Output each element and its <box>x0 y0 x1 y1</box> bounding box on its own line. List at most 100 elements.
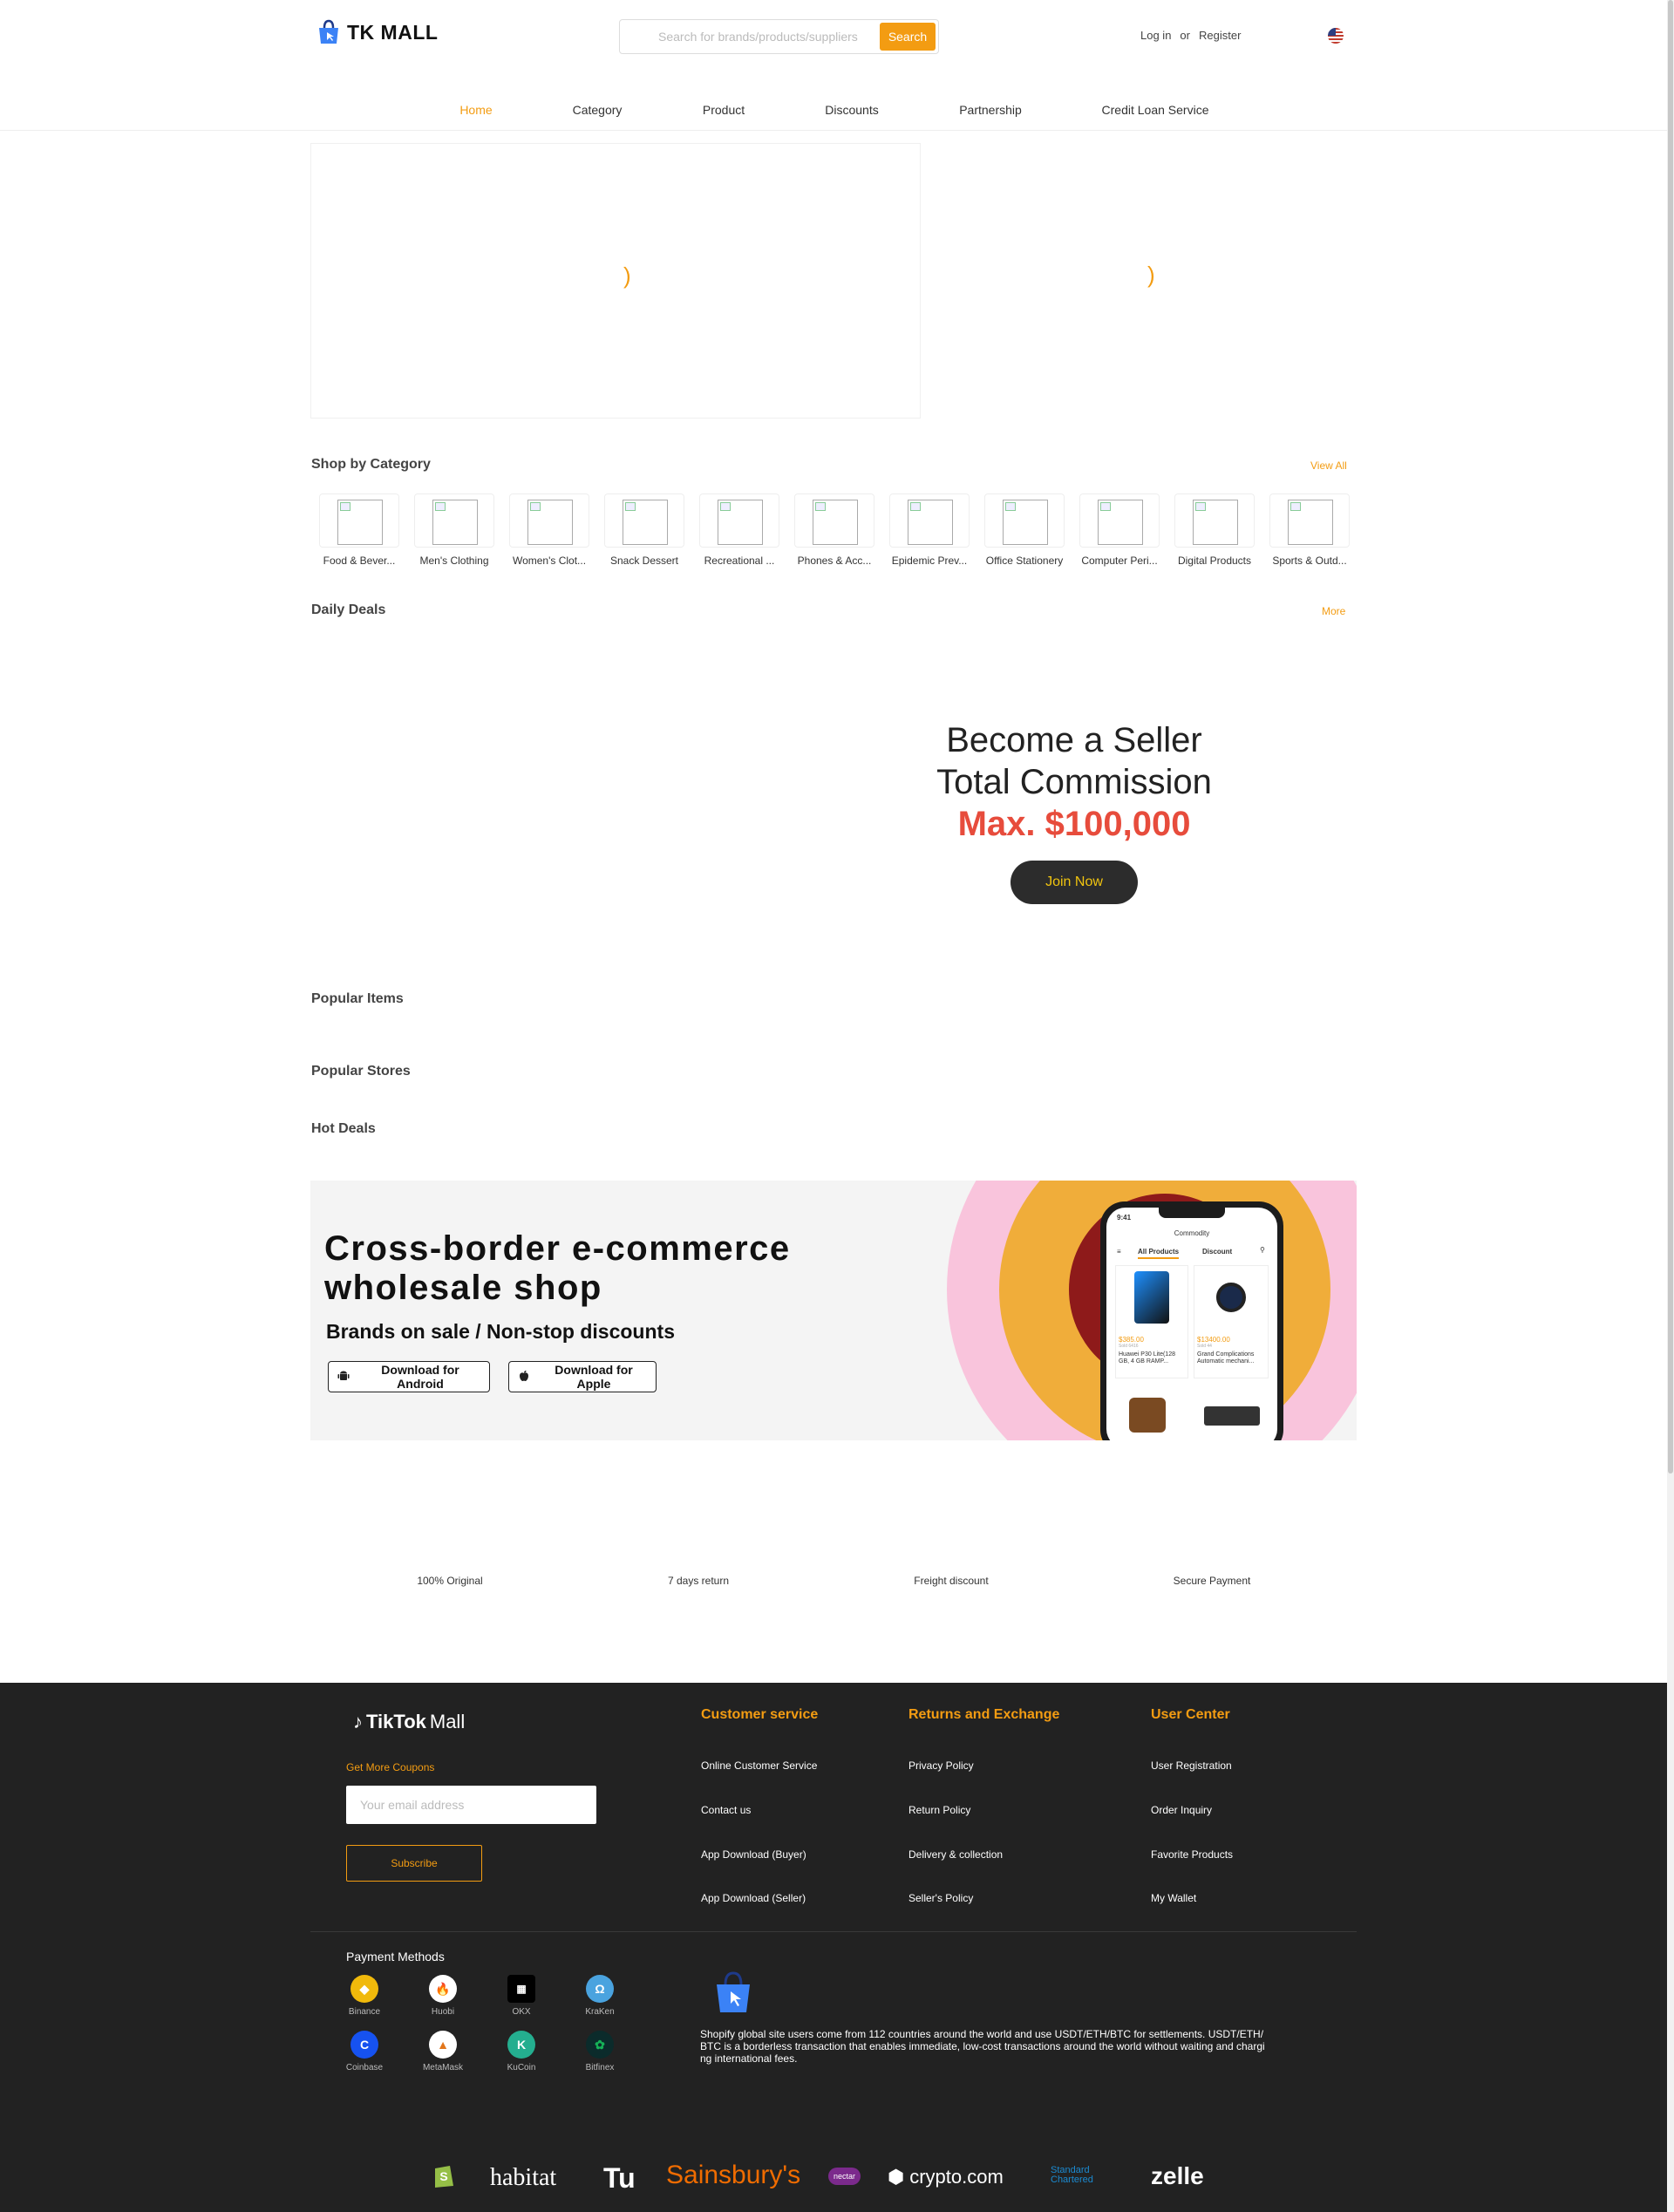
binance-icon: ◆ <box>350 1975 378 2003</box>
category-item[interactable]: Computer Peri... <box>1079 493 1160 567</box>
download-apple-button[interactable]: Download for Apple <box>508 1361 657 1392</box>
category-label: Computer Peri... <box>1081 555 1158 567</box>
footer-link-wallet[interactable]: My Wallet <box>1151 1892 1196 1904</box>
payment-methods-title: Payment Methods <box>346 1950 445 1964</box>
loading-spinner-icon: ) <box>1147 262 1155 288</box>
category-item[interactable]: Epidemic Prev... <box>888 493 970 567</box>
payment-label: Coinbase <box>345 2063 384 2072</box>
payment-okx: ▦ OKX <box>495 1975 548 2017</box>
category-item[interactable]: Food & Bever... <box>318 493 400 567</box>
nav-partnership[interactable]: Partnership <box>959 103 1022 117</box>
download-apple-label: Download for Apple <box>555 1363 633 1391</box>
category-item[interactable]: Phones & Acc... <box>793 493 875 567</box>
category-image-frame <box>319 493 399 548</box>
category-label: Women's Clot... <box>512 555 587 567</box>
payment-binance: ◆ Binance <box>338 1975 391 2017</box>
category-item[interactable]: Men's Clothing <box>413 493 495 567</box>
category-item[interactable]: Sports & Outd... <box>1269 493 1351 567</box>
footer-link-privacy[interactable]: Privacy Policy <box>908 1759 974 1772</box>
category-label: Office Stationery <box>985 555 1064 567</box>
us-flag-icon[interactable] <box>1328 28 1344 44</box>
banner-side[interactable]: ) <box>922 143 1358 419</box>
category-item[interactable]: Snack Dessert <box>603 493 685 567</box>
category-label: Snack Dessert <box>609 555 679 567</box>
payment-kucoin: K KuCoin <box>495 2031 548 2072</box>
subscribe-button[interactable]: Subscribe <box>346 1845 482 1882</box>
category-item[interactable]: Women's Clot... <box>508 493 590 567</box>
seller-headline: Become a Seller <box>946 721 1202 759</box>
footer-link-contact[interactable]: Contact us <box>701 1804 751 1816</box>
category-image-frame <box>1269 493 1350 548</box>
popular-stores-title: Popular Stores <box>311 1064 411 1079</box>
payment-label: Huobi <box>431 2007 455 2017</box>
nav-discounts[interactable]: Discounts <box>825 103 878 117</box>
footer-link-order-inquiry[interactable]: Order Inquiry <box>1151 1804 1212 1816</box>
shop-by-category-title: Shop by Category <box>311 457 431 472</box>
nav-credit-loan[interactable]: Credit Loan Service <box>1102 103 1209 117</box>
footer-description: Shopify global site users come from 112 … <box>700 2028 1265 2065</box>
footer-link-registration[interactable]: User Registration <box>1151 1759 1232 1772</box>
page-scrollbar[interactable] <box>1667 0 1674 2212</box>
category-image-frame <box>414 493 494 548</box>
category-image-frame <box>1079 493 1160 548</box>
category-item[interactable]: Digital Products <box>1174 493 1256 567</box>
nav-product[interactable]: Product <box>703 103 745 117</box>
cross-border-title-line: wholesale shop <box>324 1269 602 1307</box>
search-input[interactable] <box>620 21 880 52</box>
belt-image <box>1204 1406 1260 1426</box>
footer-link-return-policy[interactable]: Return Policy <box>908 1804 970 1816</box>
become-seller-promo: Become a Seller Total Commission Max. $1… <box>882 719 1266 904</box>
search-button[interactable]: Search <box>880 23 936 51</box>
footer-link-favorites[interactable]: Favorite Products <box>1151 1848 1233 1861</box>
category-image-frame <box>794 493 874 548</box>
payment-label: KuCoin <box>507 2063 536 2072</box>
footer-logo[interactable]: ♪ TikTok Mall <box>353 1711 465 1733</box>
returns-title: Returns and Exchange <box>908 1707 1060 1722</box>
category-label: Recreational ... <box>704 555 775 567</box>
login-link[interactable]: Log in <box>1140 29 1171 42</box>
brand-habitat: habitat <box>490 2164 557 2191</box>
hot-deals-title: Hot Deals <box>311 1121 376 1136</box>
menu-icon: ≡ <box>1117 1248 1121 1256</box>
broken-image-icon <box>432 500 478 545</box>
email-field[interactable] <box>346 1786 596 1824</box>
download-android-button[interactable]: Download for Android <box>328 1361 490 1392</box>
broken-image-icon <box>1098 500 1143 545</box>
banner-carousel[interactable]: ) <box>310 143 921 419</box>
view-all-link[interactable]: View All <box>1310 459 1347 472</box>
category-item[interactable]: Recreational ... <box>698 493 780 567</box>
payment-label: MetaMask <box>422 2063 464 2072</box>
nav-home[interactable]: Home <box>459 103 492 117</box>
scrollbar-thumb[interactable] <box>1668 0 1673 1474</box>
phone-mockup: 9:41 Commodity ≡ All Products Discount ⚲… <box>1100 1201 1283 1440</box>
footer-link-app-seller[interactable]: App Download (Seller) <box>701 1892 806 1904</box>
site-logo[interactable]: TK MALL <box>316 19 438 45</box>
brand-standard-chartered: Standard Chartered <box>1051 2165 1093 2185</box>
shopping-bag-icon <box>713 1970 753 2018</box>
broken-image-icon <box>718 500 763 545</box>
footer-divider <box>310 1931 1357 1932</box>
nav-category[interactable]: Category <box>573 103 623 117</box>
category-label: Men's Clothing <box>419 555 489 567</box>
register-link[interactable]: Register <box>1199 29 1241 42</box>
partner-brands: S habitat Tu Sainsbury's nectar ⬢ crypto.… <box>0 2161 1667 2197</box>
broken-image-icon <box>623 500 668 545</box>
category-image-frame <box>699 493 779 548</box>
payment-label: OKX <box>512 2007 531 2017</box>
footer-logo-mall: Mall <box>429 1711 466 1732</box>
crypto-com-logo: ⬢ crypto.com <box>888 2166 1004 2188</box>
footer-link-delivery[interactable]: Delivery & collection <box>908 1848 1003 1861</box>
footer-logo-tiktok: TikTok <box>366 1711 426 1732</box>
cross-border-title: Cross-border e-commerce wholesale shop <box>324 1229 791 1308</box>
category-image-frame <box>889 493 970 548</box>
tiktok-note-icon: ♪ <box>353 1711 363 1732</box>
search-icon: ⚲ <box>1260 1246 1265 1254</box>
category-item[interactable]: Office Stationery <box>983 493 1065 567</box>
join-now-button[interactable]: Join Now <box>1011 861 1138 904</box>
footer-link-app-buyer[interactable]: App Download (Buyer) <box>701 1848 806 1861</box>
footer-link-online-service[interactable]: Online Customer Service <box>701 1759 817 1772</box>
feature-freight: Freight discount <box>914 1575 989 1587</box>
brand-sainsburys: Sainsbury's <box>666 2161 801 2189</box>
footer-link-seller-policy[interactable]: Seller's Policy <box>908 1892 973 1904</box>
daily-deals-more-link[interactable]: More <box>1322 605 1345 617</box>
